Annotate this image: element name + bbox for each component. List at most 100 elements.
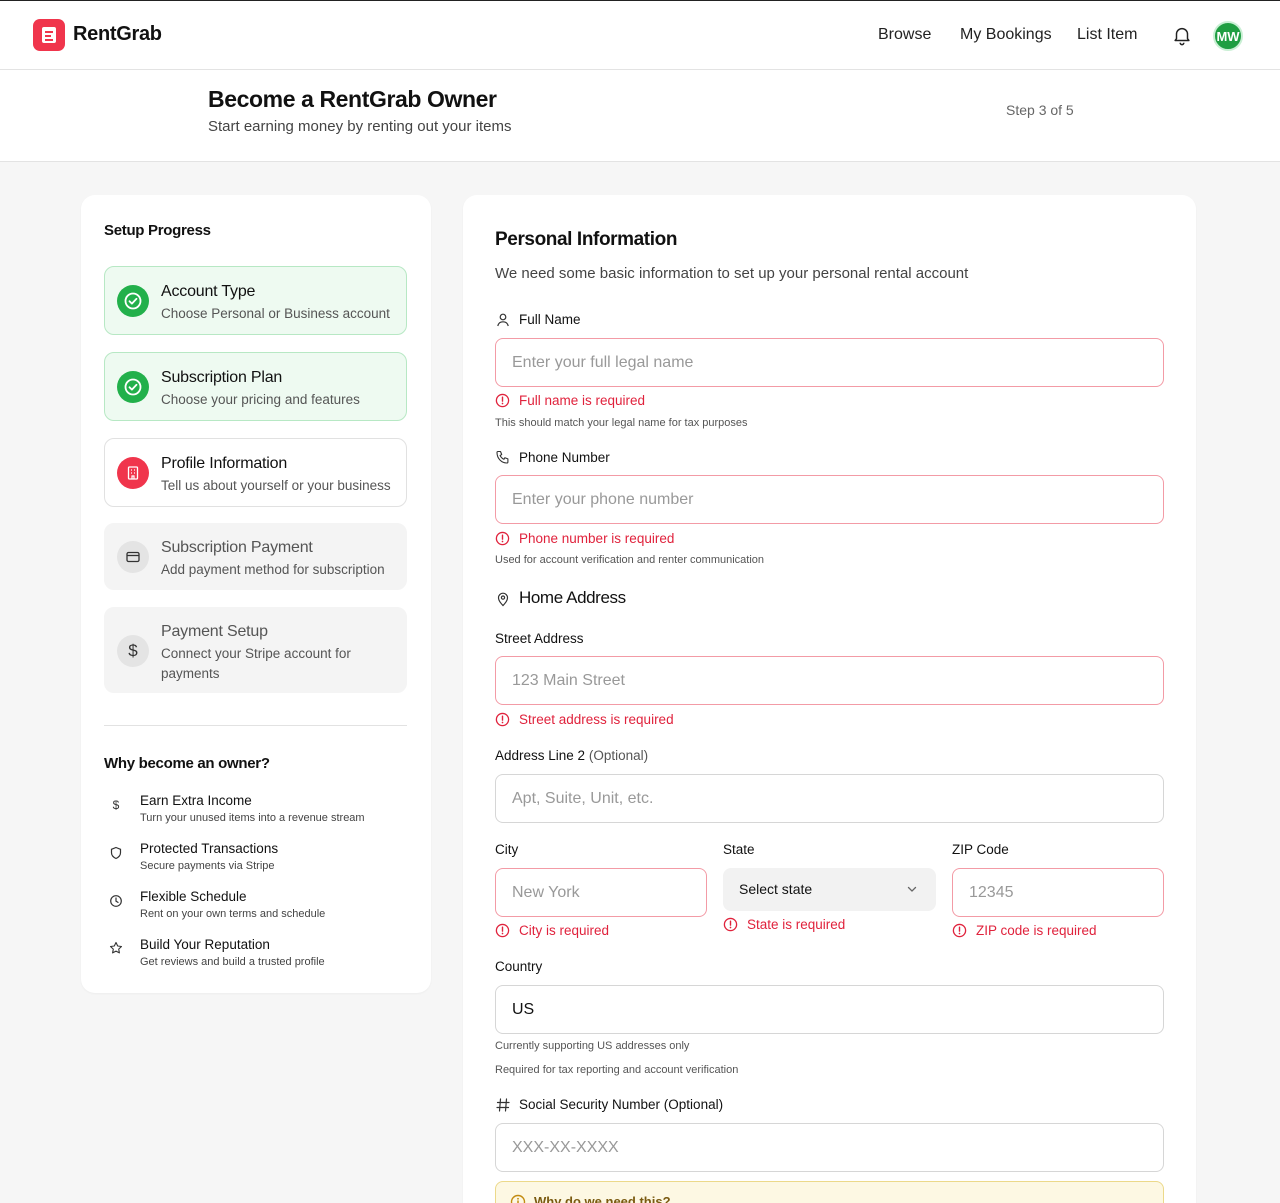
phone-icon bbox=[496, 450, 509, 464]
benefit-title: Protected Transactions bbox=[140, 841, 279, 856]
brand-name[interactable]: RentGrab bbox=[73, 23, 162, 46]
full-name-input[interactable] bbox=[495, 338, 1164, 387]
phone-input[interactable] bbox=[495, 475, 1164, 524]
tax-reporting-hint: Required for tax reporting and account v… bbox=[495, 1064, 739, 1076]
country-hint: Currently supporting US addresses only bbox=[495, 1040, 690, 1052]
dollar-icon: $ bbox=[112, 798, 120, 812]
top-navbar: RentGrab Browse My Bookings List Item MW bbox=[0, 0, 1280, 70]
error-text: Full name is required bbox=[519, 393, 646, 408]
personal-info-form: Personal Information We need some basic … bbox=[463, 195, 1196, 1203]
benefit-desc: Secure payments via Stripe bbox=[140, 860, 275, 872]
step-subscription-plan[interactable]: Subscription Plan Choose your pricing an… bbox=[104, 352, 407, 421]
step-label: Subscription Payment bbox=[161, 539, 313, 556]
bell-icon[interactable] bbox=[1171, 24, 1193, 46]
street-error: Street address is required bbox=[495, 712, 674, 727]
user-avatar[interactable]: MW bbox=[1213, 21, 1243, 51]
check-circle-icon bbox=[117, 285, 149, 317]
benefit-title: Earn Extra Income bbox=[140, 793, 252, 808]
alert-circle-icon bbox=[495, 531, 510, 546]
rentgrab-logo[interactable] bbox=[33, 19, 65, 51]
step-desc: Tell us about yourself or your business bbox=[161, 478, 391, 493]
address2-label-text: Address Line 2 bbox=[495, 748, 586, 763]
step-desc: Choose Personal or Business account bbox=[161, 306, 390, 321]
home-address-title: Home Address bbox=[519, 588, 626, 607]
country-input[interactable] bbox=[495, 985, 1164, 1034]
error-text: City is required bbox=[519, 923, 610, 938]
step-profile-information[interactable]: Profile Information Tell us about yourse… bbox=[104, 438, 407, 507]
star-icon bbox=[109, 941, 123, 954]
user-icon bbox=[497, 313, 509, 327]
state-select[interactable]: Select state bbox=[723, 868, 936, 911]
step-payment-setup[interactable]: $ Payment Setup Connect your Stripe acco… bbox=[104, 607, 407, 693]
nav-browse[interactable]: Browse bbox=[878, 26, 931, 44]
step-desc: Add payment method for subscription bbox=[161, 562, 385, 577]
state-select-value: Select state bbox=[739, 881, 813, 897]
chevron-down-icon bbox=[907, 886, 917, 892]
step-label: Payment Setup bbox=[161, 623, 268, 640]
ssn-input[interactable] bbox=[495, 1123, 1164, 1172]
alert-circle-icon bbox=[495, 393, 510, 408]
nav-list-item[interactable]: List Item bbox=[1077, 26, 1137, 44]
info-circle-icon bbox=[510, 1194, 526, 1203]
benefit-title: Flexible Schedule bbox=[140, 889, 247, 904]
benefit-title: Build Your Reputation bbox=[140, 937, 270, 952]
form-subtitle: We need some basic information to set up… bbox=[495, 265, 969, 282]
ssn-label: Social Security Number (Optional) bbox=[519, 1097, 724, 1112]
benefit-desc: Turn your unused items into a revenue st… bbox=[140, 812, 365, 824]
city-label: City bbox=[495, 842, 519, 857]
zip-input[interactable] bbox=[952, 868, 1164, 917]
page-title: Become a RentGrab Owner bbox=[208, 86, 497, 112]
full-name-hint: This should match your legal name for ta… bbox=[495, 417, 748, 429]
check-circle-icon bbox=[117, 371, 149, 403]
street-label: Street Address bbox=[495, 631, 584, 646]
credit-card-icon bbox=[117, 541, 149, 573]
dollar-icon: $ bbox=[117, 635, 149, 667]
step-label: Subscription Plan bbox=[161, 369, 283, 386]
page-subtitle: Start earning money by renting out your … bbox=[208, 118, 512, 135]
phone-label: Phone Number bbox=[519, 450, 610, 465]
error-text: ZIP code is required bbox=[976, 923, 1097, 938]
error-text: Street address is required bbox=[519, 712, 674, 727]
step-label: Account Type bbox=[161, 283, 256, 300]
page-header: Become a RentGrab Owner Start earning mo… bbox=[0, 70, 1280, 162]
step-desc: Connect your Stripe account for payments bbox=[161, 646, 351, 681]
phone-hint: Used for account verification and renter… bbox=[495, 554, 765, 566]
phone-error: Phone number is required bbox=[495, 531, 674, 546]
nav-my-bookings[interactable]: My Bookings bbox=[960, 26, 1052, 44]
alert-circle-icon bbox=[952, 923, 967, 938]
zip-label: ZIP Code bbox=[952, 842, 1009, 857]
full-name-label: Full Name bbox=[519, 312, 581, 327]
clock-icon bbox=[110, 895, 122, 907]
benefit-desc: Get reviews and build a trusted profile bbox=[140, 956, 325, 968]
error-text: Phone number is required bbox=[519, 531, 675, 546]
notice-title: Why do we need this? bbox=[534, 1194, 671, 1203]
step-label: Profile Information bbox=[161, 455, 288, 472]
address2-input[interactable] bbox=[495, 774, 1164, 823]
benefit-desc: Rent on your own terms and schedule bbox=[140, 908, 326, 920]
city-error: City is required bbox=[495, 923, 609, 938]
logo-glyph-icon bbox=[42, 27, 56, 43]
form-title: Personal Information bbox=[495, 229, 678, 250]
city-input[interactable] bbox=[495, 868, 707, 917]
state-label: State bbox=[723, 842, 755, 857]
step-subscription-payment[interactable]: Subscription Payment Add payment method … bbox=[104, 523, 407, 590]
shield-icon bbox=[110, 846, 122, 860]
street-input[interactable] bbox=[495, 656, 1164, 705]
sidebar-title: Setup Progress bbox=[104, 222, 211, 239]
hash-icon bbox=[496, 1098, 510, 1112]
alert-circle-icon bbox=[723, 917, 738, 932]
zip-error: ZIP code is required bbox=[952, 923, 1097, 938]
step-desc: Choose your pricing and features bbox=[161, 392, 360, 407]
sidebar-divider bbox=[104, 725, 407, 726]
optional-tag: (Optional) bbox=[588, 748, 649, 763]
why-owner-title: Why become an owner? bbox=[104, 755, 270, 772]
state-error: State is required bbox=[723, 917, 845, 932]
alert-circle-icon bbox=[495, 712, 510, 727]
setup-progress-sidebar: Setup Progress Account Type Choose Perso… bbox=[81, 195, 431, 993]
error-text: State is required bbox=[747, 917, 846, 932]
step-indicator: Step 3 of 5 bbox=[1006, 102, 1074, 118]
full-name-error: Full name is required bbox=[495, 393, 645, 408]
country-label: Country bbox=[495, 959, 543, 974]
step-account-type[interactable]: Account Type Choose Personal or Business… bbox=[104, 266, 407, 335]
alert-circle-icon bbox=[495, 923, 510, 938]
